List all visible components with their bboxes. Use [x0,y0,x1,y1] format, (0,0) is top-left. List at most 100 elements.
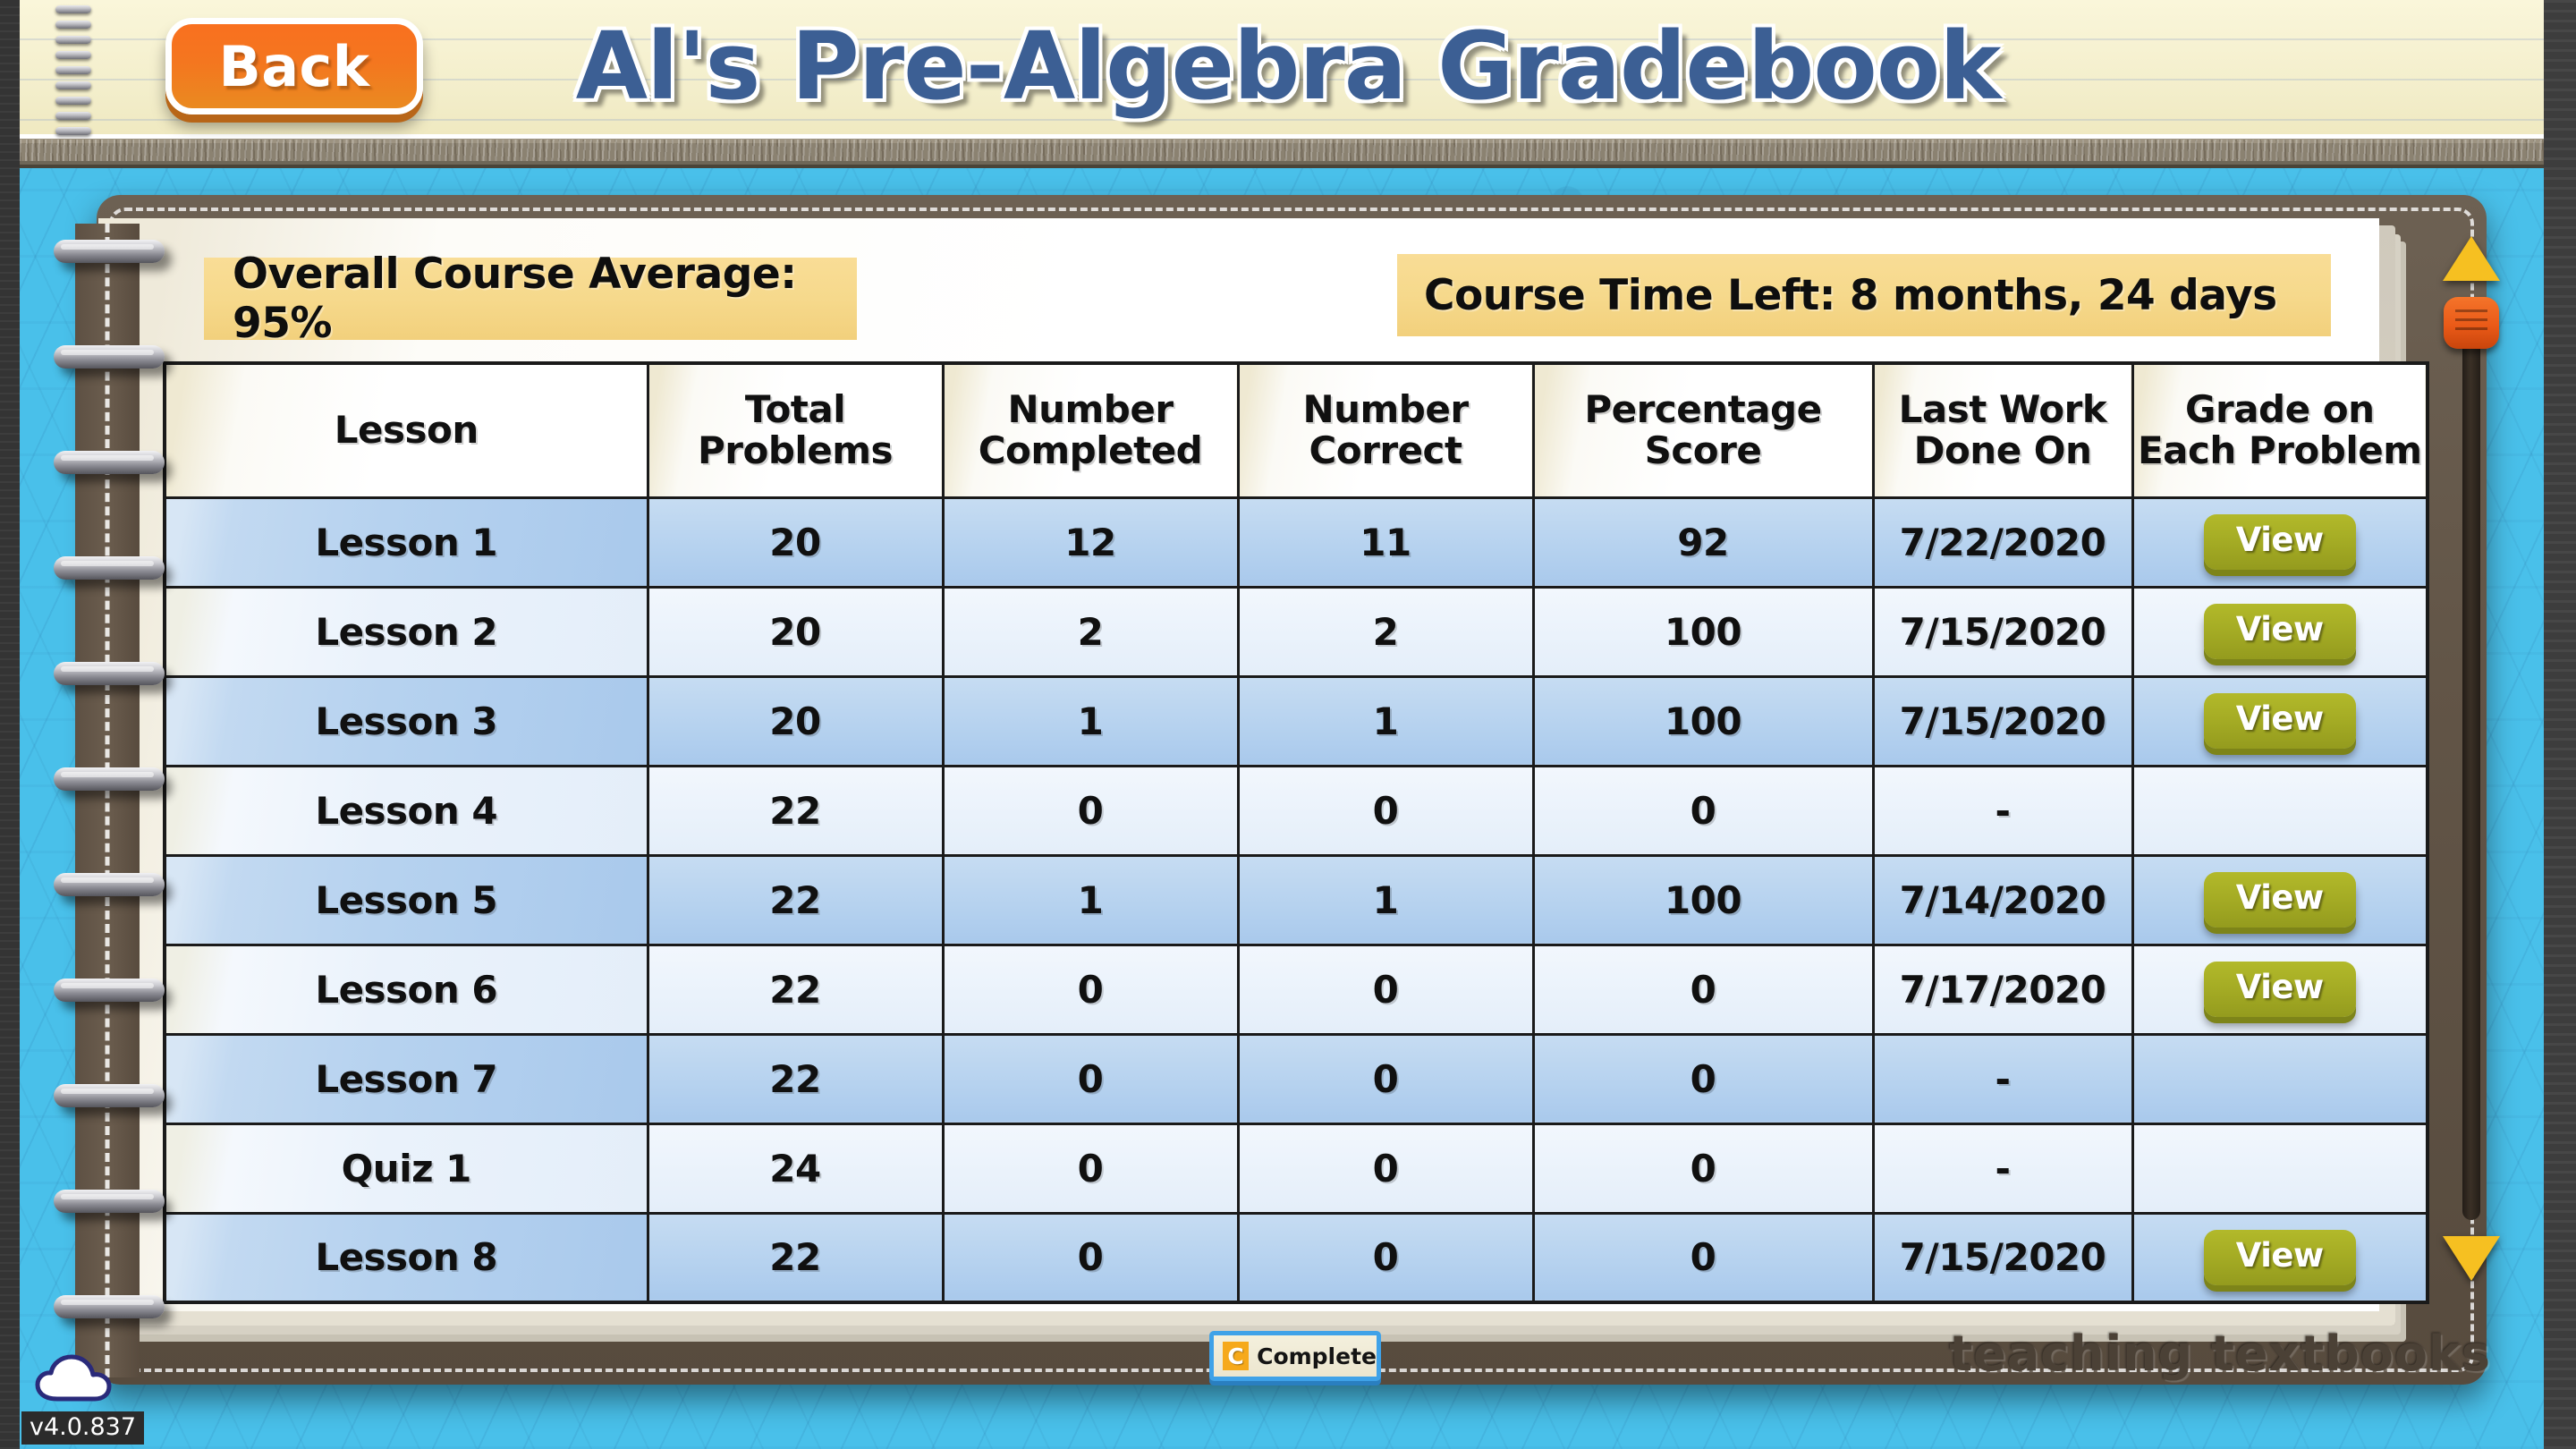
back-button-label: Back [218,33,370,99]
cell-number-completed: 1 [941,853,1240,946]
header-spiral-ring [55,127,91,135]
cell-total-problems: 20 [646,674,945,767]
cell-percentage-score: 0 [1531,1211,1875,1304]
cell-number-completed: 0 [941,1032,1240,1125]
cell-last-work-done-on: 7/17/2020 [1871,943,2134,1036]
table-row: Lesson 1 20 12 11 92 7/22/2020 View [163,496,2429,589]
overall-course-average-banner: Overall Course Average: 95% [204,250,857,348]
cell-total-problems: 22 [646,853,945,946]
version-label: v4.0.837 [21,1411,145,1445]
cloud-icon[interactable] [34,1354,127,1402]
cell-number-correct: 11 [1236,496,1535,589]
teaching-textbooks-logo: teaching textbooks [1949,1326,2491,1382]
view-button[interactable]: View [2203,604,2356,659]
cell-percentage-score: 100 [1531,853,1875,946]
view-button[interactable]: View [2203,872,2356,928]
header-torn-edge [20,134,2544,174]
column-header-last-work-done-on: Last Work Done On [1871,361,2134,499]
cell-number-completed: 0 [941,1211,1240,1304]
cell-number-completed: 0 [941,764,1240,857]
cell-number-completed: 0 [941,943,1240,1036]
table-row: Lesson 8 22 0 0 0 7/15/2020 View [163,1211,2429,1304]
scrollbar-track[interactable] [2462,317,2480,1220]
scrollbar-thumb[interactable] [2444,297,2499,349]
cell-grade-each-problem [2131,1032,2429,1125]
cell-total-problems: 22 [646,1211,945,1304]
vertical-scrollbar[interactable] [2438,231,2504,1304]
view-button[interactable]: View [2203,962,2356,1017]
cell-percentage-score: 0 [1531,1032,1875,1125]
cell-percentage-score: 100 [1531,585,1875,678]
cell-percentage-score: 0 [1531,764,1875,857]
cell-grade-each-problem [2131,764,2429,857]
cell-grade-each-problem: View [2131,1211,2429,1304]
view-button[interactable]: View [2203,514,2356,570]
table-row: Lesson 3 20 1 1 100 7/15/2020 View [163,674,2429,767]
view-button[interactable]: View [2203,693,2356,749]
cell-last-work-done-on: 7/22/2020 [1871,496,2134,589]
cell-lesson: Lesson 7 [163,1032,649,1125]
cell-last-work-done-on: - [1871,1032,2134,1125]
cell-last-work-done-on: 7/15/2020 [1871,674,2134,767]
cell-percentage-score: 0 [1531,943,1875,1036]
complete-label: Complete [1257,1343,1377,1369]
view-button[interactable]: View [2203,1229,2356,1285]
cell-lesson: Lesson 4 [163,764,649,857]
back-button[interactable]: Back [165,18,423,114]
cell-last-work-done-on: 7/14/2020 [1871,853,2134,946]
cell-number-completed: 1 [941,674,1240,767]
cell-percentage-score: 100 [1531,674,1875,767]
gradebook-app: Back Al's Pre-Algebra Gradebook Overall … [0,0,2576,1449]
cell-number-completed: 12 [941,496,1240,589]
column-header-lesson: Lesson [163,361,649,499]
cell-lesson: Lesson 6 [163,943,649,1036]
cell-number-correct: 0 [1236,943,1535,1036]
cell-number-correct: 1 [1236,674,1535,767]
complete-legend-button[interactable]: C Complete [1209,1331,1381,1381]
cell-lesson: Lesson 1 [163,496,649,589]
column-header-percentage-score: Percentage Score [1531,361,1875,499]
cell-number-correct: 1 [1236,853,1535,946]
column-header-number-completed: Number Completed [941,361,1240,499]
cell-grade-each-problem: View [2131,585,2429,678]
column-header-grade-each-problem: Grade on Each Problem [2131,361,2429,499]
table-row: Lesson 7 22 0 0 0- [163,1032,2429,1125]
scroll-up-arrow-icon[interactable] [2443,236,2500,281]
cell-grade-each-problem: View [2131,943,2429,1036]
cell-total-problems: 22 [646,764,945,857]
cell-last-work-done-on: - [1871,764,2134,857]
table-header-row: Lesson Total Problems Number Completed N… [163,361,2429,499]
gradebook-table: Lesson Total Problems Number Completed N… [163,361,2429,1304]
cell-number-completed: 2 [941,585,1240,678]
cell-last-work-done-on: 7/15/2020 [1871,585,2134,678]
table-row: Lesson 5 22 1 1 100 7/14/2020 View [163,853,2429,946]
cell-grade-each-problem: View [2131,853,2429,946]
complete-icon: C [1223,1342,1250,1370]
cell-percentage-score: 0 [1531,1122,1875,1215]
table-row: Lesson 2 20 2 2 100 7/15/2020 View [163,585,2429,678]
column-header-number-correct: Number Correct [1236,361,1535,499]
cell-last-work-done-on: 7/15/2020 [1871,1211,2134,1304]
header-spiral-ring [55,5,91,13]
cell-number-correct: 0 [1236,1211,1535,1304]
cell-percentage-score: 92 [1531,496,1875,589]
scroll-down-arrow-icon[interactable] [2443,1236,2500,1281]
cell-total-problems: 22 [646,943,945,1036]
cell-number-completed: 0 [941,1122,1240,1215]
cell-total-problems: 20 [646,496,945,589]
table-row: Lesson 6 22 0 0 0 7/17/2020 View [163,943,2429,1036]
cell-lesson: Lesson 5 [163,853,649,946]
cell-number-correct: 0 [1236,1032,1535,1125]
right-rail [2544,0,2576,1449]
cell-lesson: Quiz 1 [163,1122,649,1215]
cell-grade-each-problem [2131,1122,2429,1215]
cell-grade-each-problem: View [2131,674,2429,767]
table-row: Quiz 1 24 0 0 0- [163,1122,2429,1215]
cell-last-work-done-on: - [1871,1122,2134,1215]
cell-lesson: Lesson 3 [163,674,649,767]
gradebook-table-head: Lesson Total Problems Number Completed N… [163,361,2429,499]
course-time-left-banner: Course Time Left: 8 months, 24 days [1397,254,2331,336]
header-spiral-ring [55,112,91,120]
cell-lesson: Lesson 2 [163,585,649,678]
gradebook-table-body: Lesson 1 20 12 11 92 7/22/2020 View Lesson 2 20 2… [163,496,2429,1304]
